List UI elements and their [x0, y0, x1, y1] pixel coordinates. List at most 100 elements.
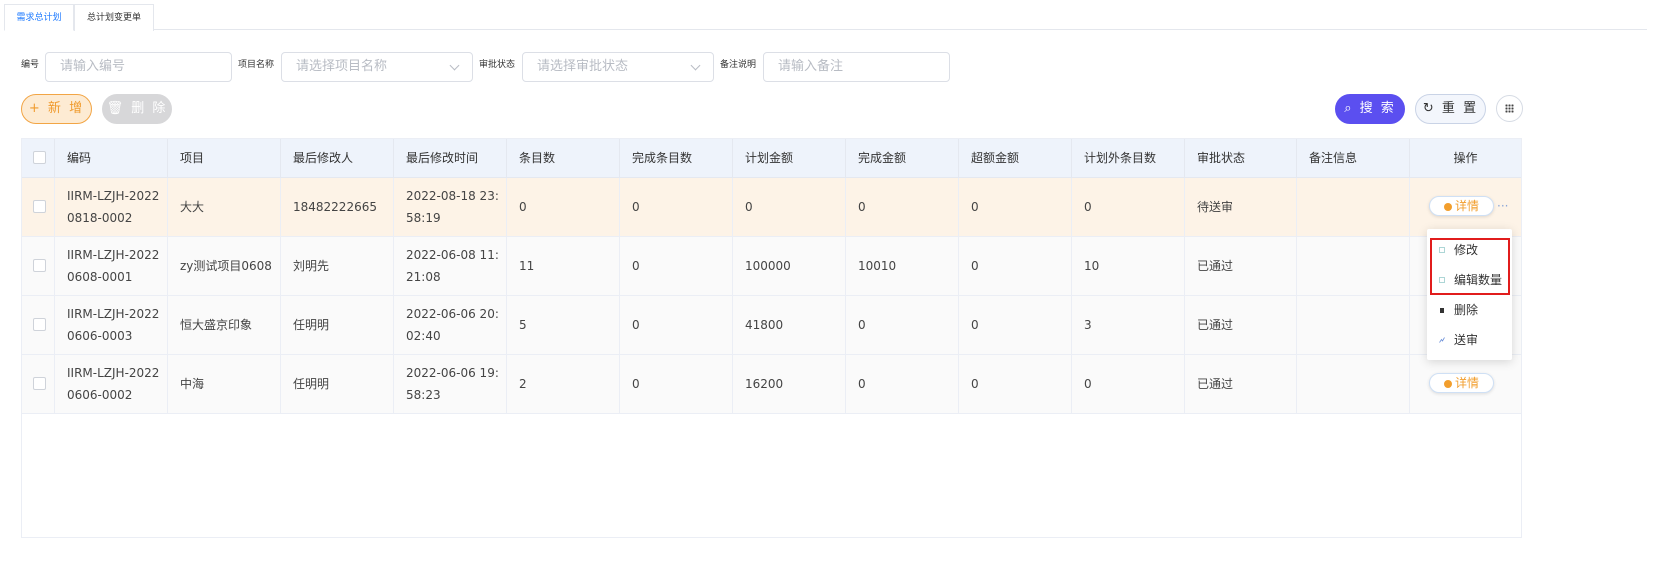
cell-code: IIRM-LZJH-20220606-0002 [55, 355, 168, 413]
remark-input[interactable]: 请输入备注 [763, 52, 950, 82]
detail-label: 详情 [1454, 199, 1479, 213]
menu-item-delete[interactable]: 删除 [1427, 298, 1512, 322]
cell-code: IIRM-LZJH-20220608-0001 [55, 237, 168, 295]
eye-icon [1443, 380, 1452, 388]
col-plan-amount[interactable]: 计划金额 [733, 139, 846, 178]
col-modified-time[interactable]: 最后修改时间 [394, 139, 507, 178]
status-label: 审批状态 [479, 60, 516, 70]
cell-approval-status: 已通过 [1185, 355, 1297, 413]
cell-done-amount: 0 [846, 355, 959, 413]
cell-unplanned-count: 0 [1072, 178, 1185, 236]
row-select-cell [22, 237, 55, 295]
cell-code: IIRM-LZJH-20220606-0003 [55, 296, 168, 354]
cell-unplanned-count: 3 [1072, 296, 1185, 354]
cell-done-amount: 10010 [846, 237, 959, 295]
select-all-checkbox[interactable] [33, 151, 46, 164]
detail-label: 详情 [1454, 376, 1479, 390]
cell-done-amount: 0 [846, 296, 959, 354]
table-row[interactable]: IIRM-LZJH-20220608-0001 zy测试项目0608 刘明先 2… [22, 237, 1521, 296]
cell-modified-time: 2022-06-06 20:02:40 [394, 296, 507, 354]
reset-button[interactable]: ↻ 重 置 [1415, 94, 1486, 124]
cell-remark [1297, 355, 1410, 413]
cell-over-amount: 0 [959, 296, 1072, 354]
row-checkbox[interactable] [33, 200, 46, 213]
code-label: 编号 [21, 60, 40, 70]
column-settings-button[interactable] [1496, 95, 1523, 122]
chevron-down-icon [449, 60, 460, 71]
project-label: 项目名称 [238, 60, 275, 70]
cell-done-count: 0 [620, 355, 733, 413]
tab-demand-plan[interactable]: 需求总计划 [4, 4, 74, 31]
row-checkbox[interactable] [33, 259, 46, 272]
cell-modifier: 任明明 [281, 296, 394, 354]
cell-modifier: 18482222665 [281, 178, 394, 236]
row-checkbox[interactable] [33, 318, 46, 331]
col-over-amount[interactable]: 超额金额 [959, 139, 1072, 178]
row-select-cell [22, 178, 55, 236]
project-select[interactable]: 请选择项目名称 [281, 52, 473, 82]
plan-table: 编码 项目 最后修改人 最后修改时间 条目数 完成条目数 计划金额 完成金额 超… [21, 138, 1522, 538]
row-select-cell [22, 296, 55, 354]
col-modifier[interactable]: 最后修改人 [281, 139, 394, 178]
code-input[interactable]: 请输入编号 [45, 52, 232, 82]
cell-approval-status: 已通过 [1185, 237, 1297, 295]
cell-over-amount: 0 [959, 178, 1072, 236]
cell-done-count: 0 [620, 178, 733, 236]
col-done-amount[interactable]: 完成金额 [846, 139, 959, 178]
col-remark[interactable]: 备注信息 [1297, 139, 1410, 178]
menu-item-submit[interactable]: 送审 [1427, 328, 1512, 352]
row-checkbox[interactable] [33, 377, 46, 390]
grid-icon [1505, 104, 1514, 113]
cell-project: 大大 [168, 178, 281, 236]
tab-bar: 需求总计划 总计划变更单 [4, 4, 1647, 31]
cell-approval-status: 待送审 [1185, 178, 1297, 236]
cell-modified-time: 2022-06-06 19:58:23 [394, 355, 507, 413]
cell-approval-status: 已通过 [1185, 296, 1297, 354]
cell-item-count: 2 [507, 355, 620, 413]
col-done-count[interactable]: 完成条目数 [620, 139, 733, 178]
cell-over-amount: 0 [959, 355, 1072, 413]
col-unplanned-count[interactable]: 计划外条目数 [1072, 139, 1185, 178]
cell-over-amount: 0 [959, 237, 1072, 295]
col-actions: 操作 [1453, 151, 1478, 165]
add-button[interactable]: + 新 增 [21, 94, 92, 124]
col-item-count[interactable]: 条目数 [507, 139, 620, 178]
cell-modified-time: 2022-08-18 23:58:19 [394, 178, 507, 236]
cell-modified-time: 2022-06-08 11:21:08 [394, 237, 507, 295]
cell-modifier: 刘明先 [281, 237, 394, 295]
cell-plan-amount: 16200 [733, 355, 846, 413]
table-row[interactable]: IIRM-LZJH-20220606-0003 恒大盛京印象 任明明 2022-… [22, 296, 1521, 355]
highlight-box [1430, 238, 1510, 295]
select-all-cell [22, 139, 55, 178]
cell-modifier: 任明明 [281, 355, 394, 413]
table-header: 编码 项目 最后修改人 最后修改时间 条目数 完成条目数 计划金额 完成金额 超… [22, 139, 1521, 178]
status-select[interactable]: 请选择审批状态 [522, 52, 714, 82]
cell-item-count: 5 [507, 296, 620, 354]
col-approval-status[interactable]: 审批状态 [1185, 139, 1297, 178]
cell-remark [1297, 296, 1410, 354]
detail-button[interactable]: 详情 [1429, 196, 1494, 216]
cell-remark [1297, 178, 1410, 236]
cell-done-amount: 0 [846, 178, 959, 236]
send-icon [1439, 337, 1445, 343]
detail-button[interactable]: 详情 [1429, 373, 1494, 393]
search-button[interactable]: ⌕ 搜 索 [1335, 94, 1405, 124]
row-select-cell [22, 355, 55, 413]
more-actions-button[interactable]: ··· [1497, 199, 1508, 213]
project-placeholder: 请选择项目名称 [296, 59, 388, 74]
table-row[interactable]: IIRM-LZJH-20220606-0002 中海 任明明 2022-06-0… [22, 355, 1521, 414]
cell-unplanned-count: 0 [1072, 355, 1185, 413]
cell-project: 恒大盛京印象 [168, 296, 281, 354]
chevron-down-icon [690, 60, 701, 71]
cell-remark [1297, 237, 1410, 295]
delete-button[interactable]: 🗑 删 除 [102, 94, 172, 124]
table-row[interactable]: IIRM-LZJH-20220818-0002 大大 18482222665 2… [22, 178, 1521, 237]
trash-icon [1440, 308, 1444, 313]
tab-plan-change[interactable]: 总计划变更单 [74, 4, 154, 31]
col-code[interactable]: 编码 [55, 139, 168, 178]
remark-label: 备注说明 [720, 60, 757, 70]
col-project[interactable]: 项目 [168, 139, 281, 178]
cell-plan-amount: 100000 [733, 237, 846, 295]
cell-plan-amount: 0 [733, 178, 846, 236]
cell-item-count: 11 [507, 237, 620, 295]
